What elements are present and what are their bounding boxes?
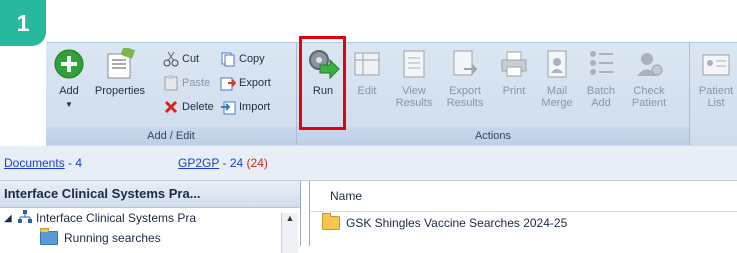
ribbon-toolbar: Add ▼ Properties Cut Copy Paste Export D [46, 42, 737, 147]
tree-root-label: Interface Clinical Systems Pra [36, 211, 197, 225]
mail-merge-label-2: Merge [541, 97, 573, 109]
list-item[interactable]: GSK Shingles Vaccine Searches 2024-25 [310, 212, 737, 234]
check-patient-label-2: Patient [631, 97, 667, 109]
properties-icon [103, 47, 137, 81]
documents-tab-link[interactable]: Documents [4, 156, 65, 170]
edit-label: Edit [357, 85, 377, 97]
cut-label: Cut [182, 53, 200, 65]
delete-button[interactable]: Delete [163, 99, 214, 115]
tree-node-child[interactable]: Running searches [0, 228, 300, 248]
tree-header: Interface Clinical Systems Pra... [0, 181, 300, 208]
view-results-label-1: View [402, 85, 426, 97]
name-column-header[interactable]: Name [310, 181, 737, 212]
batch-add-icon [584, 47, 618, 81]
network-icon [18, 209, 32, 227]
export-label: Export [239, 77, 271, 89]
collapse-arrow-icon[interactable]: ◢ [4, 213, 18, 224]
view-results-label-2: Results [395, 97, 433, 109]
export-results-button[interactable]: Export Results [443, 43, 487, 109]
add-button[interactable]: Add ▼ [52, 43, 86, 111]
batch-add-button[interactable]: Batch Add [583, 43, 619, 109]
tree-pane: Interface Clinical Systems Pra... ◢ Inte… [0, 181, 301, 253]
patient-list-label-2: List [707, 97, 725, 109]
gp2gp-count: - 24 [222, 156, 244, 170]
gp2gp-alert-count: (24) [246, 156, 268, 170]
cut-button[interactable]: Cut [163, 51, 199, 67]
export-icon [220, 75, 237, 91]
searches-list-pane: Name GSK Shingles Vaccine Searches 2024-… [309, 181, 737, 246]
tree-child-label: Running searches [64, 231, 161, 245]
import-label: Import [239, 101, 271, 113]
tree-node-root[interactable]: ◢ Interface Clinical Systems Pra [0, 208, 300, 228]
folder-icon [322, 213, 340, 230]
step-badge: 1 [0, 0, 46, 46]
import-button[interactable]: Import [220, 99, 270, 115]
edit-icon [350, 47, 384, 81]
paste-button[interactable]: Paste [163, 75, 210, 91]
mail-merge-icon [540, 47, 574, 81]
copy-button[interactable]: Copy [220, 51, 265, 67]
import-icon [220, 99, 236, 115]
actions-group: Run Edit View Results Export Results Pri… [297, 43, 690, 145]
print-button[interactable]: Print [497, 43, 531, 97]
properties-button[interactable]: Properties [90, 43, 150, 97]
add-edit-group: Add ▼ Properties Cut Copy Paste Export D [46, 43, 297, 145]
edit-button[interactable]: Edit [349, 43, 385, 97]
batch-add-label-2: Add [591, 97, 611, 109]
paste-icon [163, 75, 179, 91]
check-patient-button[interactable]: Check Patient [627, 43, 671, 109]
view-results-button[interactable]: View Results [392, 43, 436, 109]
batch-add-label-1: Batch [586, 85, 616, 97]
add-dropdown-icon: ▼ [65, 100, 73, 109]
tree-scrollbar[interactable]: ▲ [281, 213, 298, 253]
delete-icon [163, 99, 179, 115]
cut-icon [163, 51, 179, 67]
properties-label: Properties [94, 85, 146, 97]
delete-label: Delete [182, 101, 214, 113]
printer-icon [497, 47, 531, 81]
patient-group: Patient List [690, 43, 737, 145]
copy-icon [220, 51, 236, 67]
run-highlight-box [299, 36, 346, 130]
export-results-icon [448, 47, 482, 81]
check-patient-label-1: Check [633, 85, 665, 97]
export-results-label-1: Export [449, 85, 481, 97]
actions-group-label: Actions [297, 127, 689, 145]
scroll-up-icon[interactable]: ▲ [282, 213, 298, 223]
patient-list-icon [699, 47, 733, 81]
gp2gp-tab[interactable]: GP2GP - 24 (24) [178, 156, 268, 170]
documents-tab[interactable]: Documents - 4 [4, 156, 82, 170]
gp2gp-tab-link[interactable]: GP2GP [178, 156, 219, 170]
check-patient-icon [632, 47, 666, 81]
mail-merge-button[interactable]: Mail Merge [539, 43, 575, 109]
document-tabs: Documents - 4 GP2GP - 24 (24) [0, 146, 737, 181]
folder-icon [40, 228, 58, 245]
patient-list-button[interactable]: Patient List [696, 43, 736, 109]
print-label: Print [502, 85, 526, 97]
export-button[interactable]: Export [220, 75, 271, 91]
view-results-icon [397, 47, 431, 81]
add-edit-group-label: Add / Edit [46, 127, 296, 145]
documents-count: - 4 [68, 156, 83, 170]
list-item-label: GSK Shingles Vaccine Searches 2024-25 [346, 216, 568, 230]
mail-merge-label-1: Mail [546, 85, 568, 97]
patient-list-label-1: Patient [698, 85, 734, 97]
copy-label: Copy [239, 53, 265, 65]
add-label: Add [59, 85, 79, 97]
add-icon [52, 47, 86, 81]
export-results-label-2: Results [446, 97, 484, 109]
paste-label: Paste [182, 77, 211, 89]
